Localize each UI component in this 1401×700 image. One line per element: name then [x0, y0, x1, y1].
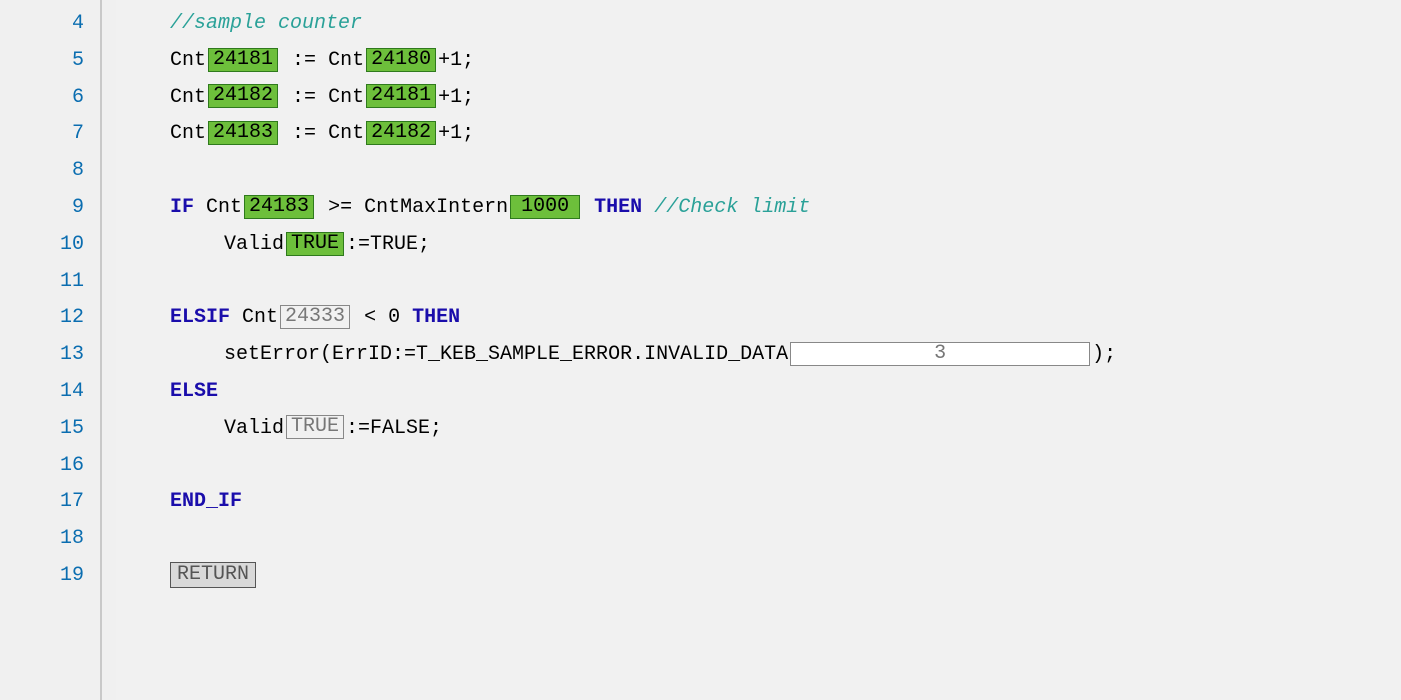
value-badge[interactable]: 24182: [208, 84, 278, 108]
line-number: 4: [0, 6, 84, 43]
line-number: 6: [0, 80, 84, 117]
token-suffix: +1;: [438, 86, 474, 109]
token-var: Valid: [224, 417, 284, 440]
token-var: Cnt: [206, 196, 242, 219]
keyword: END_IF: [170, 490, 242, 513]
keyword: IF: [170, 196, 194, 219]
line-number: 17: [0, 484, 84, 521]
value-badge[interactable]: 24181: [208, 48, 278, 72]
gutter-divider: [100, 0, 102, 700]
line-number: 9: [0, 190, 84, 227]
value-badge[interactable]: 24183: [208, 121, 278, 145]
token-suffix: +1;: [438, 122, 474, 145]
line-number: 11: [0, 264, 84, 301]
line-number: 18: [0, 521, 84, 558]
code-line[interactable]: Cnt24183 := Cnt24182+1;: [116, 116, 1401, 153]
token-var: Cnt: [242, 306, 278, 329]
line-number: 7: [0, 116, 84, 153]
value-badge-inactive[interactable]: 24333: [280, 305, 350, 329]
line-number: 8: [0, 153, 84, 190]
keyword: THEN: [594, 196, 642, 219]
code-line[interactable]: //sample counter: [116, 6, 1401, 43]
code-line[interactable]: [116, 448, 1401, 485]
code-line[interactable]: [116, 264, 1401, 301]
keyword: THEN: [412, 306, 460, 329]
line-gutter: 45678910111213141516171819: [0, 0, 100, 700]
value-badge-inactive[interactable]: TRUE: [286, 415, 344, 439]
comment: //Check limit: [654, 196, 810, 219]
line-number: 13: [0, 337, 84, 374]
token-suffix: +1;: [438, 49, 474, 72]
value-badge[interactable]: 24183: [244, 195, 314, 219]
token-suffix: :=FALSE;: [346, 417, 442, 440]
token-var: Cnt: [170, 49, 206, 72]
code-area[interactable]: //sample counter Cnt24181 := Cnt24180+1;…: [116, 0, 1401, 700]
token-call: setError(ErrID:=T_KEB_SAMPLE_ERROR.INVAL…: [224, 343, 788, 366]
value-field-wide[interactable]: 3: [790, 342, 1090, 366]
token-var: Cnt: [328, 86, 364, 109]
token-op: < 0: [364, 306, 400, 329]
return-button[interactable]: RETURN: [170, 562, 256, 588]
keyword: ELSE: [170, 380, 218, 403]
code-line[interactable]: END_IF: [116, 484, 1401, 521]
line-number: 14: [0, 374, 84, 411]
token-var: Valid: [224, 233, 284, 256]
code-line[interactable]: ELSIF Cnt24333 < 0 THEN: [116, 300, 1401, 337]
token-suffix: :=TRUE;: [346, 233, 430, 256]
code-line[interactable]: ValidTRUE:=FALSE;: [116, 411, 1401, 448]
value-badge[interactable]: TRUE: [286, 232, 344, 256]
value-badge[interactable]: 24181: [366, 84, 436, 108]
token-var: Cnt: [170, 122, 206, 145]
code-line[interactable]: Cnt24181 := Cnt24180+1;: [116, 43, 1401, 80]
token-op: :=: [292, 49, 316, 72]
value-badge[interactable]: 24182: [366, 121, 436, 145]
code-line[interactable]: [116, 521, 1401, 558]
line-number: 15: [0, 411, 84, 448]
code-line[interactable]: ValidTRUE:=TRUE;: [116, 227, 1401, 264]
code-line[interactable]: setError(ErrID:=T_KEB_SAMPLE_ERROR.INVAL…: [116, 337, 1401, 374]
code-line[interactable]: RETURN: [116, 558, 1401, 595]
code-line[interactable]: ELSE: [116, 374, 1401, 411]
token-op: >=: [328, 196, 352, 219]
line-number: 19: [0, 558, 84, 595]
value-badge[interactable]: 24180: [366, 48, 436, 72]
token-var: CntMaxIntern: [364, 196, 508, 219]
line-number: 16: [0, 448, 84, 485]
line-number: 5: [0, 43, 84, 80]
code-line[interactable]: [116, 153, 1401, 190]
line-number: 10: [0, 227, 84, 264]
line-number: 12: [0, 300, 84, 337]
token-op: :=: [292, 86, 316, 109]
token-var: Cnt: [170, 86, 206, 109]
code-editor[interactable]: 45678910111213141516171819 //sample coun…: [0, 0, 1401, 700]
token-op: :=: [292, 122, 316, 145]
code-line[interactable]: Cnt24182 := Cnt24181+1;: [116, 80, 1401, 117]
token-var: Cnt: [328, 49, 364, 72]
token-var: Cnt: [328, 122, 364, 145]
value-badge[interactable]: 1000: [510, 195, 580, 219]
keyword: ELSIF: [170, 306, 230, 329]
code-line[interactable]: IF Cnt24183 >= CntMaxIntern1000 THEN //C…: [116, 190, 1401, 227]
comment: //sample counter: [170, 12, 362, 35]
token-suffix: );: [1092, 343, 1116, 366]
